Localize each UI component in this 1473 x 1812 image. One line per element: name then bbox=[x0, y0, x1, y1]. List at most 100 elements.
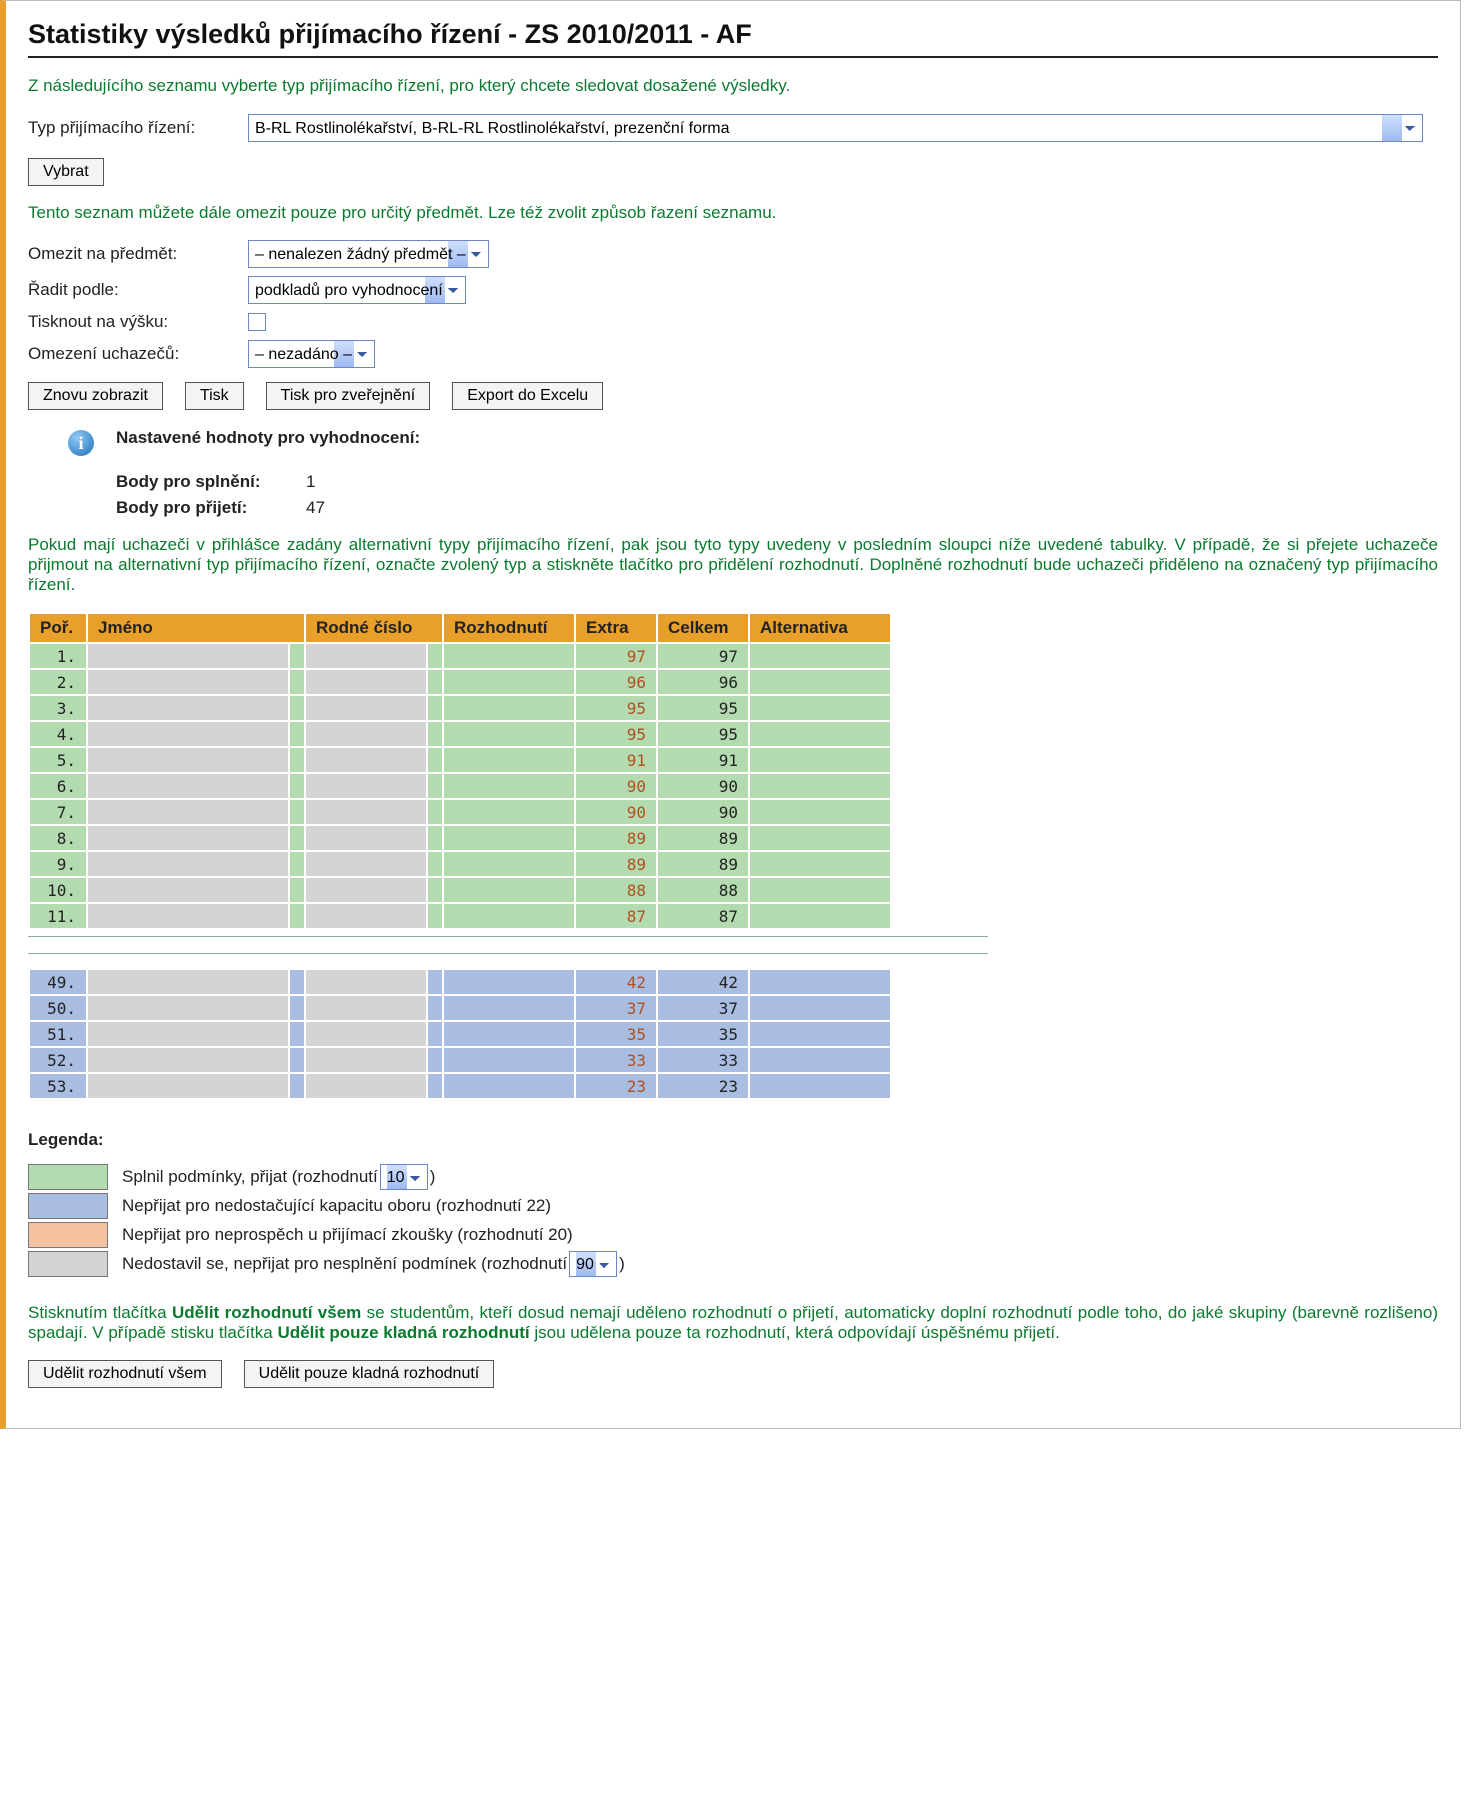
cell-por: 49. bbox=[30, 970, 86, 994]
cell-rozh bbox=[444, 904, 574, 928]
cell-extra: 97 bbox=[576, 644, 656, 668]
page-title: Statistiky výsledků přijímacího řízení -… bbox=[28, 19, 1438, 58]
cell-por: 2. bbox=[30, 670, 86, 694]
cell-rozh bbox=[444, 1048, 574, 1072]
sort-select[interactable]: podkladů pro vyhodnocení bbox=[248, 276, 466, 304]
cell-celkem: 23 bbox=[658, 1074, 748, 1098]
print-publish-button[interactable]: Tisk pro zveřejnění bbox=[266, 382, 431, 410]
cell-rozh bbox=[444, 878, 574, 902]
cell-sub2 bbox=[428, 696, 442, 720]
cell-extra: 96 bbox=[576, 670, 656, 694]
cell-sub2 bbox=[428, 722, 442, 746]
cell-sub1 bbox=[290, 644, 304, 668]
cell-celkem: 87 bbox=[658, 904, 748, 928]
cell-alt bbox=[750, 878, 890, 902]
cell-jmeno bbox=[88, 1074, 288, 1098]
print-portrait-label: Tisknout na výšku: bbox=[28, 312, 248, 332]
cell-sub1 bbox=[290, 748, 304, 772]
cell-alt bbox=[750, 670, 890, 694]
cell-rodne bbox=[306, 996, 426, 1020]
legend-noshow-select[interactable]: 90 bbox=[569, 1251, 617, 1277]
alt-note: Pokud mají uchazeči v přihlášce zadány a… bbox=[28, 535, 1438, 595]
cell-rozh bbox=[444, 670, 574, 694]
cell-sub1 bbox=[290, 826, 304, 850]
applicant-limit-select[interactable]: – nezadáno – bbox=[248, 340, 375, 368]
print-button[interactable]: Tisk bbox=[185, 382, 244, 410]
table-row: 52.3333 bbox=[30, 1048, 890, 1072]
cell-alt bbox=[750, 748, 890, 772]
cell-alt bbox=[750, 1022, 890, 1046]
cell-por: 53. bbox=[30, 1074, 86, 1098]
cell-rozh bbox=[444, 1074, 574, 1098]
select-button[interactable]: Vybrat bbox=[28, 158, 104, 186]
table-row: 11.8787 bbox=[30, 904, 890, 928]
points-pass-label: Body pro splnění: bbox=[116, 472, 306, 492]
cell-alt bbox=[750, 1074, 890, 1098]
cell-rodne bbox=[306, 644, 426, 668]
cell-celkem: 95 bbox=[658, 696, 748, 720]
cell-celkem: 96 bbox=[658, 670, 748, 694]
cell-celkem: 95 bbox=[658, 722, 748, 746]
cell-jmeno bbox=[88, 904, 288, 928]
cell-sub2 bbox=[428, 1022, 442, 1046]
cell-celkem: 91 bbox=[658, 748, 748, 772]
table-row: 8.8989 bbox=[30, 826, 890, 850]
subject-label: Omezit na předmět: bbox=[28, 244, 248, 264]
applicant-limit-label: Omezení uchazečů: bbox=[28, 344, 248, 364]
th-alt: Alternativa bbox=[750, 614, 890, 642]
cell-sub2 bbox=[428, 644, 442, 668]
cell-extra: 91 bbox=[576, 748, 656, 772]
cell-por: 51. bbox=[30, 1022, 86, 1046]
cell-sub1 bbox=[290, 878, 304, 902]
admission-type-select[interactable]: B-RL Rostlinolékařství, B-RL-RL Rostlino… bbox=[248, 114, 1423, 142]
cell-por: 5. bbox=[30, 748, 86, 772]
cell-alt bbox=[750, 1048, 890, 1072]
cell-sub2 bbox=[428, 852, 442, 876]
cell-por: 4. bbox=[30, 722, 86, 746]
cell-sub1 bbox=[290, 774, 304, 798]
grant-all-button[interactable]: Udělit rozhodnutí všem bbox=[28, 1360, 222, 1388]
refresh-button[interactable]: Znovu zobrazit bbox=[28, 382, 163, 410]
cell-rozh bbox=[444, 852, 574, 876]
cell-alt bbox=[750, 826, 890, 850]
cell-sub1 bbox=[290, 800, 304, 824]
cell-alt bbox=[750, 970, 890, 994]
legend-row-accepted: Splnil podmínky, přijat (rozhodnutí 10 ) bbox=[28, 1164, 1438, 1190]
cell-rodne bbox=[306, 774, 426, 798]
th-extra: Extra bbox=[576, 614, 656, 642]
cell-jmeno bbox=[88, 670, 288, 694]
cell-rozh bbox=[444, 722, 574, 746]
cell-sub2 bbox=[428, 1048, 442, 1072]
limit-note: Tento seznam můžete dále omezit pouze pr… bbox=[28, 203, 1438, 223]
subject-select[interactable]: – nenalezen žádný předmět – bbox=[248, 240, 489, 268]
cell-extra: 23 bbox=[576, 1074, 656, 1098]
cell-sub2 bbox=[428, 904, 442, 928]
cell-celkem: 37 bbox=[658, 996, 748, 1020]
cell-alt bbox=[750, 996, 890, 1020]
cell-jmeno bbox=[88, 696, 288, 720]
cell-rodne bbox=[306, 722, 426, 746]
cell-sub1 bbox=[290, 970, 304, 994]
cell-por: 9. bbox=[30, 852, 86, 876]
print-portrait-checkbox[interactable] bbox=[248, 313, 266, 331]
th-por: Poř. bbox=[30, 614, 86, 642]
cell-celkem: 88 bbox=[658, 878, 748, 902]
cell-rozh bbox=[444, 774, 574, 798]
table-row: 3.9595 bbox=[30, 696, 890, 720]
cell-rozh bbox=[444, 1022, 574, 1046]
cell-alt bbox=[750, 852, 890, 876]
cell-rodne bbox=[306, 1048, 426, 1072]
cell-sub2 bbox=[428, 878, 442, 902]
legend-accepted-select[interactable]: 10 bbox=[380, 1164, 428, 1190]
cell-rozh bbox=[444, 800, 574, 824]
table-row: 53. 2323 bbox=[30, 1074, 890, 1098]
grant-positive-button[interactable]: Udělit pouze kladná rozhodnutí bbox=[244, 1360, 495, 1388]
table-row: 1.9797 bbox=[30, 644, 890, 668]
export-excel-button[interactable]: Export do Excelu bbox=[452, 382, 603, 410]
cell-rodne bbox=[306, 696, 426, 720]
cell-alt bbox=[750, 904, 890, 928]
cell-por: 6. bbox=[30, 774, 86, 798]
cell-alt bbox=[750, 800, 890, 824]
swatch-orange bbox=[28, 1222, 108, 1248]
cell-jmeno bbox=[88, 800, 288, 824]
